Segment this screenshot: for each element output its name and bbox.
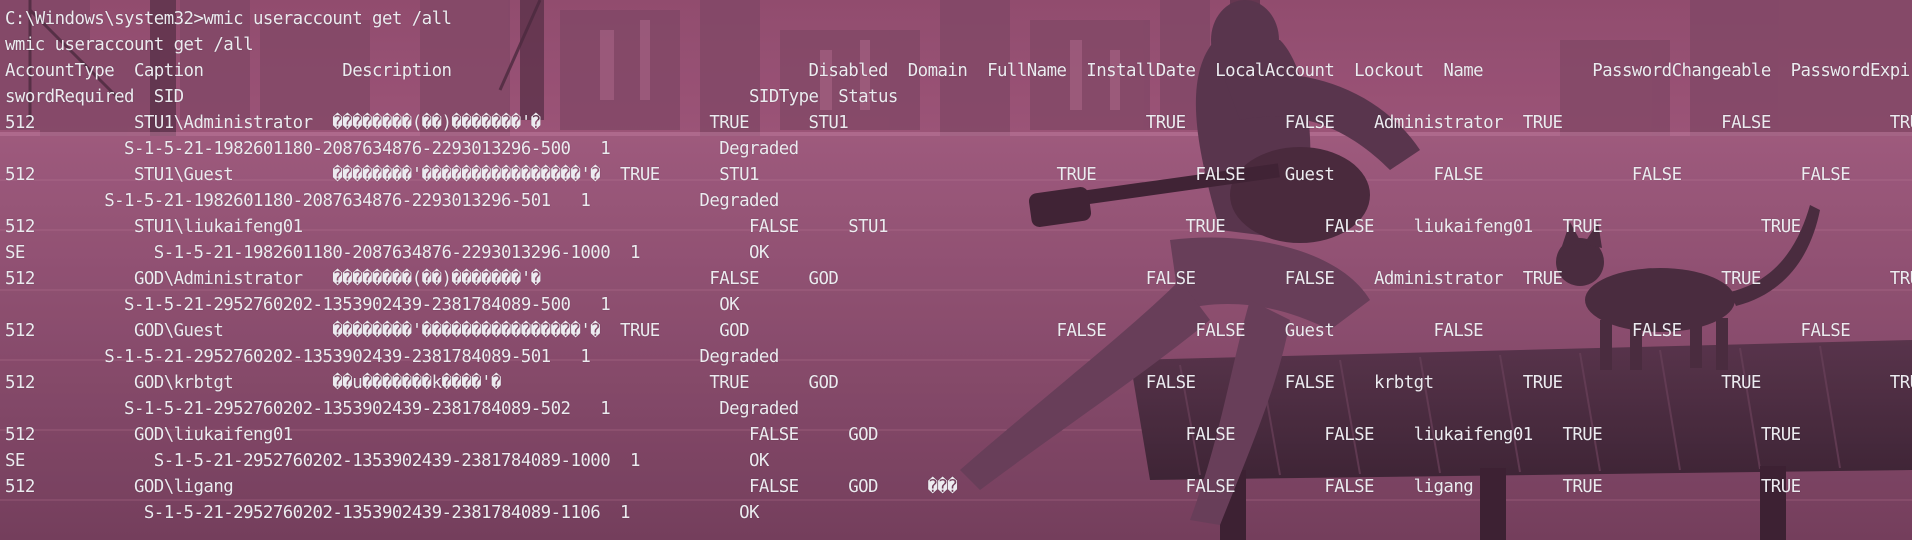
- account-row-wrap: SE S-1-5-21-1982601180-2087634876-229301…: [5, 243, 769, 263]
- account-row-wrap: S-1-5-21-2952760202-1353902439-238178408…: [5, 503, 760, 523]
- account-row-wrap: S-1-5-21-2952760202-1353902439-238178408…: [5, 295, 740, 315]
- account-row-wrap: S-1-5-21-1982601180-2087634876-229301329…: [5, 191, 779, 211]
- account-row: 512 GOD\krbtgt ��u�������k����'� TRUE GO…: [5, 373, 1912, 393]
- account-row: 512 STU1\liukaifeng01 FALSE STU1 TRUE FA…: [5, 217, 1912, 237]
- account-row: 512 STU1\Guest ��������'����������������…: [5, 165, 1851, 185]
- echoed-command-line: wmic useraccount get /all: [5, 35, 254, 55]
- account-row-wrap: S-1-5-21-1982601180-2087634876-229301329…: [5, 139, 799, 159]
- header-line: AccountType Caption Description Disabled…: [5, 61, 1912, 81]
- account-row-wrap: S-1-5-21-2952760202-1353902439-238178408…: [5, 347, 779, 367]
- header-line-wrap: swordRequired SID SIDType Status: [5, 87, 898, 107]
- command-prompt-output: C:\Windows\system32>wmic useraccount get…: [0, 0, 1912, 540]
- account-row-wrap: S-1-5-21-2952760202-1353902439-238178408…: [5, 399, 799, 419]
- account-row: 512 GOD\Administrator ��������(��)������…: [5, 269, 1912, 289]
- account-row: 512 GOD\ligang FALSE GOD ��� FALSE FALSE…: [5, 477, 1912, 497]
- account-row: 512 GOD\liukaifeng01 FALSE GOD FALSE FAL…: [5, 425, 1912, 445]
- account-row: 512 STU1\Administrator ��������(��)�����…: [5, 113, 1912, 133]
- prompt-command-line: C:\Windows\system32>wmic useraccount get…: [5, 9, 452, 29]
- account-row-wrap: SE S-1-5-21-2952760202-1353902439-238178…: [5, 451, 769, 471]
- account-row: 512 GOD\Guest ��������'����������������'…: [5, 321, 1851, 341]
